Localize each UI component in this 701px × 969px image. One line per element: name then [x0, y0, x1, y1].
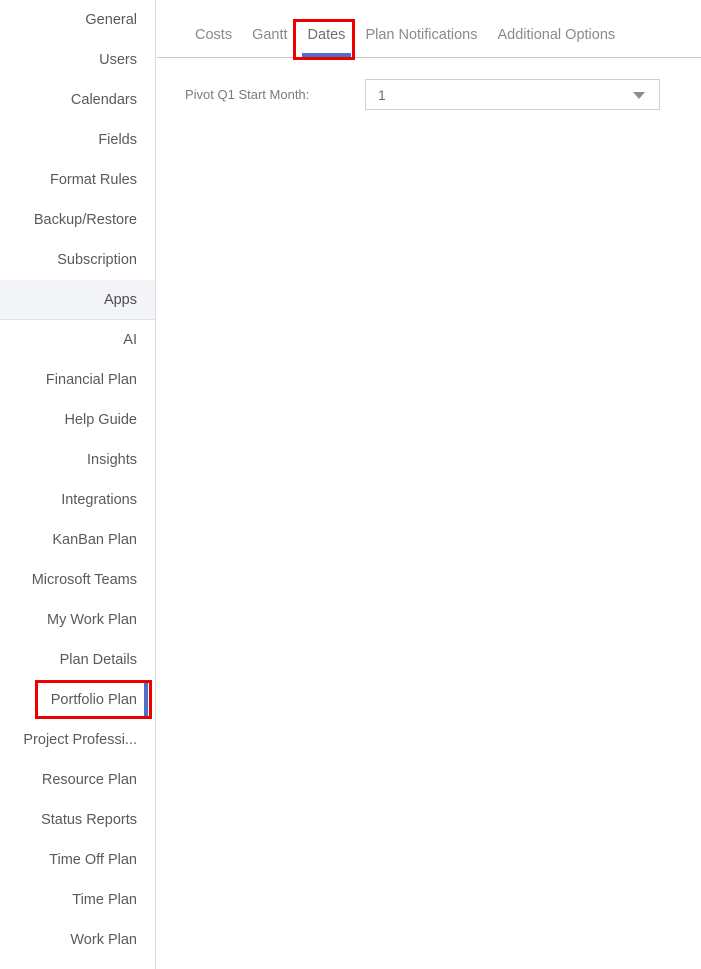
settings-screen: General Users Calendars Fields Format Rules B… [0, 0, 701, 969]
dates-settings-form: Pivot Q1 Start Month: 1 [157, 58, 701, 110]
sidebar-item-project-professi[interactable]: Project Professi... [0, 720, 155, 760]
sidebar-item-microsoft-teams[interactable]: Microsoft Teams [0, 560, 155, 600]
sidebar-item-users[interactable]: Users [0, 40, 155, 80]
sidebar-item-status-reports[interactable]: Status Reports [0, 800, 155, 840]
sidebar-item-my-work-plan[interactable]: My Work Plan [0, 600, 155, 640]
sidebar-item-integrations[interactable]: Integrations [0, 480, 155, 520]
sidebar-item-calendars[interactable]: Calendars [0, 80, 155, 120]
sidebar-item-plan-details[interactable]: Plan Details [0, 640, 155, 680]
sidebar-item-help-guide[interactable]: Help Guide [0, 400, 155, 440]
sidebar-item-general[interactable]: General [0, 0, 155, 40]
sidebar-item-insights[interactable]: Insights [0, 440, 155, 480]
sidebar-nav-list: General Users Calendars Fields Format Rules B… [0, 0, 155, 960]
sidebar-item-time-plan[interactable]: Time Plan [0, 880, 155, 920]
sidebar-item-work-plan[interactable]: Work Plan [0, 920, 155, 960]
pivot-q1-start-month-label: Pivot Q1 Start Month: [185, 87, 310, 102]
tab-costs[interactable]: Costs [185, 27, 242, 57]
sidebar-item-backup-restore[interactable]: Backup/Restore [0, 200, 155, 240]
settings-content-panel: Costs Gantt Dates Plan Notifications Additio… [157, 0, 701, 969]
form-row-pivot-q1-start-month: Pivot Q1 Start Month: 1 [157, 79, 701, 110]
sidebar-item-format-rules[interactable]: Format Rules [0, 160, 155, 200]
settings-sidebar: General Users Calendars Fields Format Rules B… [0, 0, 156, 969]
tab-additional-options[interactable]: Additional Options [487, 27, 625, 57]
pivot-q1-start-month-select[interactable]: 1 [365, 79, 660, 110]
sidebar-item-time-off-plan[interactable]: Time Off Plan [0, 840, 155, 880]
sidebar-item-kanban-plan[interactable]: KanBan Plan [0, 520, 155, 560]
sidebar-item-ai[interactable]: AI [0, 320, 155, 360]
tab-gantt[interactable]: Gantt [242, 27, 297, 57]
tab-dates[interactable]: Dates [298, 27, 356, 57]
sidebar-item-apps[interactable]: Apps [0, 280, 155, 320]
sidebar-item-subscription[interactable]: Subscription [0, 240, 155, 280]
pivot-q1-start-month-value: 1 [378, 86, 386, 103]
sidebar-item-fields[interactable]: Fields [0, 120, 155, 160]
sidebar-item-portfolio-plan[interactable]: Portfolio Plan [0, 680, 155, 720]
tab-strip: Costs Gantt Dates Plan Notifications Additio… [157, 0, 701, 58]
tab-plan-notifications[interactable]: Plan Notifications [355, 27, 487, 57]
sidebar-item-financial-plan[interactable]: Financial Plan [0, 360, 155, 400]
sidebar-item-resource-plan[interactable]: Resource Plan [0, 760, 155, 800]
chevron-down-icon [633, 91, 645, 99]
